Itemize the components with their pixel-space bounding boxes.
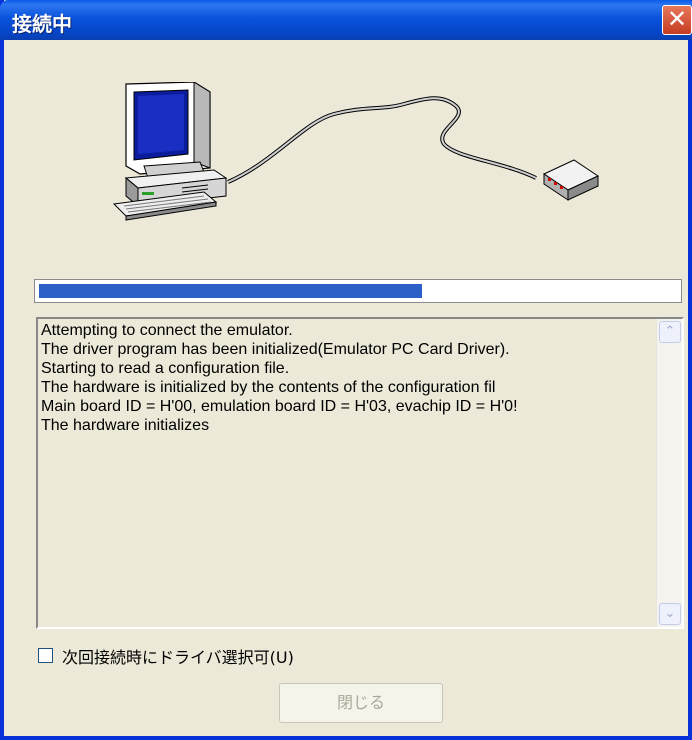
log-line: Main board ID = H'00, emulation board ID…: [41, 398, 518, 415]
title-bar[interactable]: 接続中 ✕: [0, 0, 692, 40]
log-line: The driver program has been initialized(…: [41, 341, 510, 358]
connecting-dialog: 接続中 ✕ Attempting to connect the emulator…: [0, 0, 692, 740]
connection-illustration: [112, 82, 600, 221]
emulator-device-icon: [542, 159, 600, 201]
log-line: The hardware initializes: [41, 417, 210, 434]
driver-select-checkbox[interactable]: [38, 648, 53, 663]
computer-icon: [112, 82, 228, 221]
log-output[interactable]: Attempting to connect the emulator. The d…: [36, 317, 684, 629]
driver-select-label[interactable]: 次回接続時にドライバ選択可(U): [62, 644, 294, 668]
log-line: The hardware is initialized by the conte…: [41, 379, 496, 396]
log-text: Attempting to connect the emulator. The d…: [41, 321, 646, 435]
scroll-up-icon[interactable]: ⌃: [659, 321, 681, 343]
log-scrollbar[interactable]: ⌃ ⌄: [656, 319, 682, 627]
close-button[interactable]: 閉じる: [279, 683, 443, 723]
log-line: Starting to read a configuration file.: [41, 360, 290, 377]
cable-icon: [227, 96, 537, 184]
window-title: 接続中: [12, 12, 72, 36]
progress-fill: [39, 284, 422, 298]
close-icon[interactable]: ✕: [662, 5, 692, 35]
progress-bar: [34, 279, 682, 303]
log-line: Attempting to connect the emulator.: [41, 322, 293, 339]
scroll-down-icon[interactable]: ⌄: [659, 603, 681, 625]
